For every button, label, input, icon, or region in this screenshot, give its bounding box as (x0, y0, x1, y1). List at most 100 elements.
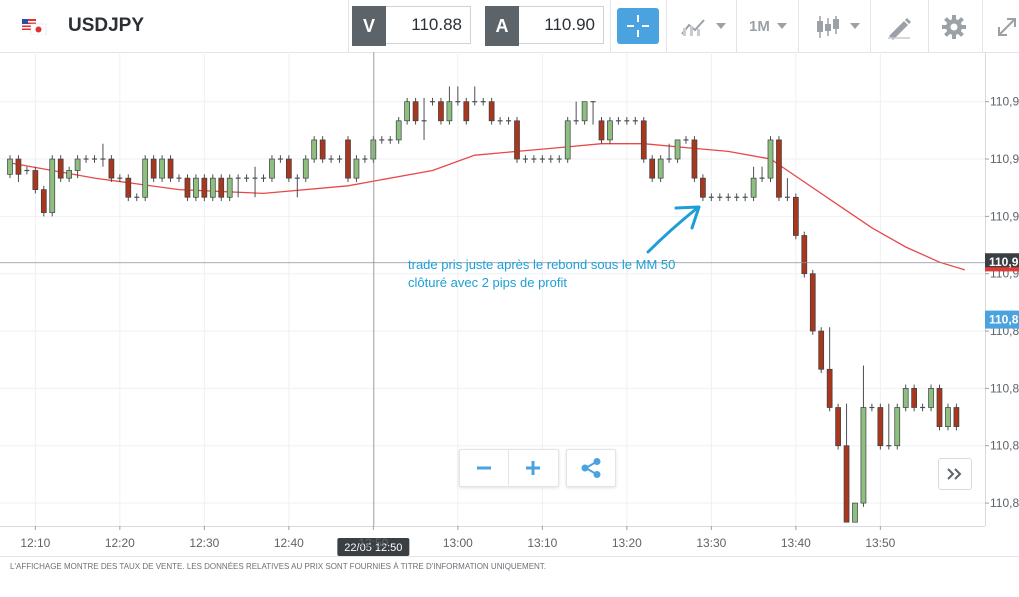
double-chevron-right-icon (947, 468, 962, 480)
candle-body (311, 139, 318, 160)
us-jp-flag-icon (22, 19, 47, 35)
candle (514, 116, 520, 163)
y-tick-label: 110,9 (990, 95, 1019, 109)
candle (911, 384, 918, 412)
candle-body (32, 170, 39, 190)
buy-price-button[interactable]: A 110.90 (485, 6, 604, 46)
candle (615, 116, 621, 125)
top-toolbar: USDJPY V 110.88 A 110.90 1M (0, 0, 1019, 53)
candle-body (150, 158, 157, 179)
candle (32, 166, 39, 194)
candle (877, 403, 884, 450)
candle (286, 155, 292, 182)
candle (886, 403, 892, 450)
timeframe-selector[interactable]: 1M (749, 18, 770, 35)
candle (945, 403, 951, 431)
candle-body (843, 445, 850, 523)
candle-body (108, 158, 115, 179)
candle (150, 155, 157, 182)
indicators-caret-icon (716, 23, 726, 29)
candle-body (767, 139, 774, 179)
candle (395, 116, 402, 144)
candle-body (184, 177, 191, 198)
toolbar-divider (928, 0, 929, 52)
candle (818, 327, 825, 374)
draw-icon[interactable] (886, 14, 912, 40)
toolbar-divider (348, 0, 349, 52)
candle-body (514, 120, 520, 160)
candle-body (953, 407, 960, 427)
sell-price-button[interactable]: V 110.88 (352, 6, 471, 46)
gear-icon[interactable] (941, 14, 967, 40)
candle (928, 384, 934, 412)
candle (430, 97, 435, 106)
annotation-arrow-layer (646, 205, 701, 254)
candle (590, 101, 596, 125)
indicators-icon[interactable] (680, 16, 710, 38)
candle-body (49, 158, 56, 213)
candle (640, 116, 647, 163)
candlestick-type-icon[interactable] (814, 14, 842, 40)
toolbar-divider (610, 0, 611, 52)
candle (750, 166, 757, 202)
candle-body (57, 158, 64, 179)
candle (869, 403, 875, 412)
candle-body (167, 158, 174, 179)
candle (261, 174, 266, 182)
candle (108, 155, 115, 182)
candle (100, 143, 106, 167)
candle (40, 185, 47, 217)
candle (632, 116, 638, 125)
candle (201, 174, 208, 202)
candle (57, 155, 64, 182)
candle-body (142, 158, 149, 198)
candle (497, 116, 503, 125)
candle (657, 155, 664, 182)
candle (835, 403, 841, 450)
candle (455, 86, 461, 106)
candle-body (691, 139, 698, 179)
buy-key: A (485, 6, 519, 46)
candle (801, 231, 808, 278)
current-price-label: 110,9 (989, 255, 1019, 269)
zoom-out-button[interactable] (460, 450, 508, 486)
candle-body (607, 120, 613, 141)
candle (15, 155, 22, 182)
candle (784, 178, 790, 202)
candle-body (201, 177, 208, 198)
candle (708, 193, 714, 202)
crosshair-button[interactable] (617, 8, 659, 44)
candle-body (564, 120, 571, 160)
candle (319, 136, 326, 163)
share-button[interactable] (566, 449, 616, 487)
candle-body (125, 177, 132, 198)
candle (759, 166, 765, 182)
candle (269, 155, 275, 182)
candle-body (412, 101, 419, 122)
candle (311, 136, 318, 163)
candle (691, 136, 698, 182)
candle-body (928, 388, 934, 408)
candle (488, 97, 495, 125)
share-icon (581, 458, 601, 478)
candle-body (860, 407, 867, 504)
candle (480, 97, 486, 106)
candle-body (218, 177, 225, 198)
candle (438, 97, 444, 125)
candle (649, 155, 656, 182)
candle-body (226, 177, 233, 198)
annotation-line-2: clôturé avec 2 pips de profit (408, 275, 567, 290)
candle (125, 174, 132, 202)
candle (506, 116, 512, 125)
instrument-symbol[interactable]: USDJPY (68, 15, 144, 37)
x-tick-label: 12:40 (274, 536, 304, 550)
candle (244, 174, 250, 182)
annotation-line-1: trade pris juste après le rebond sous le… (408, 257, 676, 272)
plus-icon (526, 461, 540, 475)
zoom-in-button[interactable] (508, 450, 557, 486)
candle-body (936, 388, 943, 427)
scroll-to-latest-button[interactable] (938, 458, 972, 490)
expand-icon[interactable] (995, 15, 1019, 39)
candle (379, 136, 385, 144)
candle (531, 155, 537, 163)
